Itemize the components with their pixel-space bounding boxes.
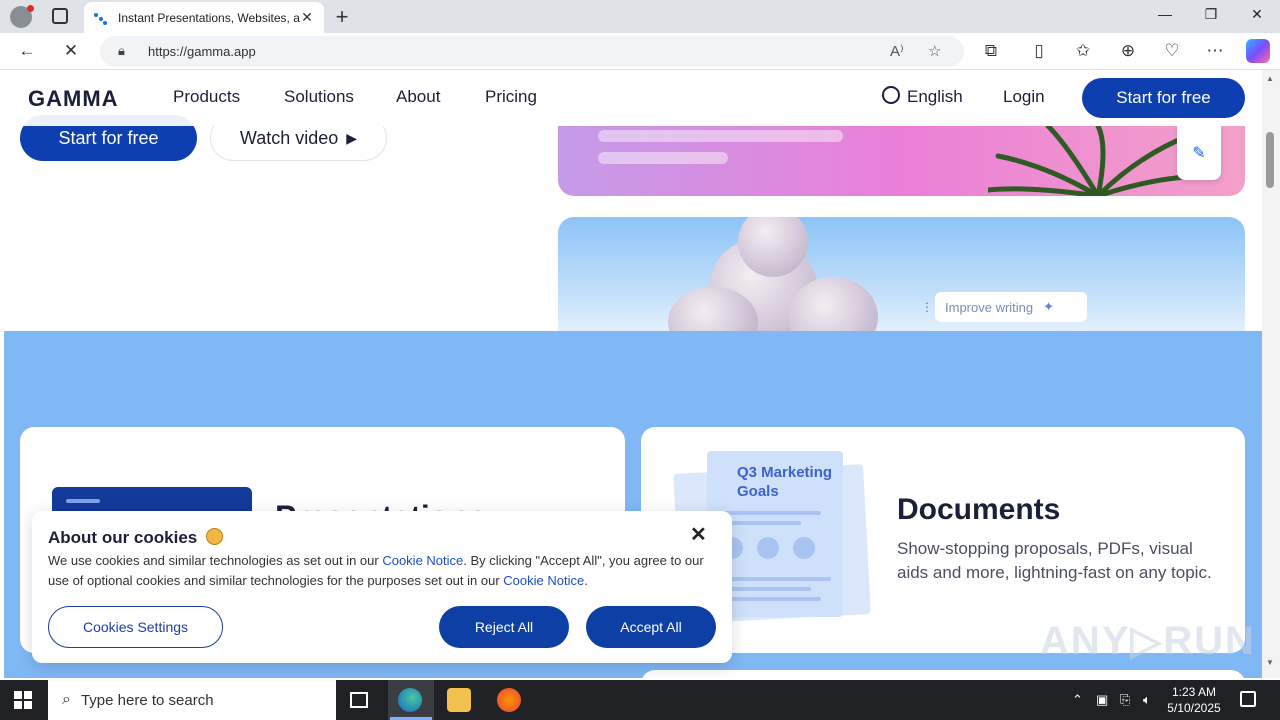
windows-start-icon[interactable] [14, 691, 32, 709]
taskbar-search-placeholder: Type here to search [80, 691, 214, 709]
tab-title: Instant Presentations, Websites, a [118, 10, 300, 25]
cookie-text: We use cookies and similar technologies … [48, 553, 383, 568]
minimize-button[interactable]: — [1150, 6, 1180, 22]
web-page: ✎ ⋮ Improve writing ✦ Start for free Wat… [0, 70, 1262, 678]
cookie-title: About our cookies [48, 528, 223, 548]
favorite-star-icon[interactable]: ☆ [928, 42, 941, 60]
taskbar-search[interactable]: ⌕ Type here to search [48, 680, 336, 720]
site-nav: GAMMA Products Solutions About Pricing E… [0, 70, 1262, 126]
nav-products[interactable]: Products [173, 87, 240, 107]
watch-video-label: Watch video [239, 127, 339, 148]
volume-icon[interactable]: 🔈︎ [1143, 692, 1151, 708]
maximize-button[interactable]: ❐ [1196, 6, 1226, 23]
tab-close-icon[interactable]: ✕ [300, 9, 314, 26]
scroll-thumb[interactable] [1266, 132, 1274, 188]
language-selector[interactable]: English [907, 87, 963, 107]
nav-start-button[interactable]: Start for free [1082, 78, 1245, 118]
browser-toolbar: ← ✕ 🔒︎ https://gamma.app A⁾ ☆ ⧉ ▯ ✩ ⊕ ♡ … [0, 33, 1280, 70]
scroll-up-icon[interactable]: ▲ [1266, 74, 1274, 83]
split-screen-icon[interactable]: ▯ [1028, 40, 1050, 62]
stop-loading-icon[interactable]: ✕ [60, 40, 82, 62]
cookie-icon [205, 528, 223, 545]
drag-handle-icon[interactable]: ⋮ [921, 300, 933, 314]
new-tab-button[interactable]: + [332, 4, 352, 30]
nav-solutions[interactable]: Solutions [284, 87, 354, 107]
url-text: https://gamma.app [148, 44, 256, 59]
browser-tab[interactable]: Instant Presentations, Websites, a ✕ [84, 2, 324, 33]
next-card [641, 670, 1245, 678]
sparkle-icon: ✦ [1043, 299, 1055, 314]
tray-chevron-icon[interactable]: ⌃ [1072, 692, 1083, 708]
task-view-icon[interactable] [350, 692, 368, 708]
documents-heading: Documents [897, 493, 1061, 526]
placeholder-line [598, 130, 843, 142]
nav-pricing[interactable]: Pricing [485, 87, 537, 107]
globe-icon[interactable] [882, 86, 900, 104]
search-icon: ⌕ [62, 691, 71, 708]
edge-browser-icon[interactable] [398, 688, 422, 712]
hero-sky-card: ⋮ Improve writing ✦ [558, 217, 1245, 337]
gamma-logo[interactable]: GAMMA [28, 86, 119, 112]
cookie-description: We use cookies and similar technologies … [48, 551, 720, 591]
page-scrollbar[interactable]: ▲ ▼ [1262, 70, 1280, 678]
accept-all-button[interactable]: Accept All [586, 606, 716, 648]
firefox-icon[interactable] [497, 688, 521, 712]
plant-illustration [988, 126, 1208, 196]
windows-taskbar: ⌕ Type here to search ⌃ ▣ ⎘ 🔈︎ 1:23 AM 5… [0, 680, 1280, 720]
favorites-icon[interactable]: ✩ [1072, 40, 1094, 62]
clock-time: 1:23 AM [1171, 685, 1217, 699]
document-thumb-title: Q3 Marketing Goals [737, 464, 833, 500]
hero-pink-card [558, 126, 1245, 196]
cookie-banner: About our cookies ✕ We use cookies and s… [32, 511, 732, 663]
file-explorer-icon[interactable] [447, 688, 471, 712]
lock-icon: 🔒︎ [118, 43, 125, 58]
tray-device-icon[interactable]: ▣ [1096, 692, 1108, 708]
copilot-icon[interactable] [1246, 39, 1270, 63]
collections-icon[interactable]: ⊕ [1117, 40, 1139, 62]
clock-date: 5/10/2025 [1167, 701, 1221, 715]
browser-essentials-icon[interactable]: ♡ [1161, 40, 1183, 62]
cookie-title-text: About our cookies [48, 528, 198, 547]
address-bar[interactable]: 🔒︎ https://gamma.app A⁾ ☆ [100, 36, 964, 67]
notification-center-icon[interactable] [1240, 691, 1256, 707]
login-link[interactable]: Login [1003, 87, 1045, 107]
anyrun-watermark: ANY▷RUN [1040, 619, 1256, 663]
improve-writing-chip[interactable]: Improve writing ✦ [935, 292, 1087, 322]
edit-icon[interactable]: ✎ [1177, 126, 1221, 180]
browser-tab-bar: Instant Presentations, Websites, a ✕ + —… [0, 0, 1280, 33]
cookie-notice-link[interactable]: Cookie Notice [382, 553, 463, 568]
cookie-notice-link[interactable]: Cookie Notice [503, 573, 584, 588]
notification-dot-icon [27, 5, 34, 12]
tab-actions-icon[interactable] [52, 8, 68, 24]
read-aloud-icon[interactable]: A⁾ [890, 42, 904, 60]
improve-writing-label: Improve writing [945, 299, 1034, 315]
cookie-close-icon[interactable]: ✕ [690, 522, 707, 547]
reject-all-button[interactable]: Reject All [439, 606, 569, 648]
cookies-settings-button[interactable]: Cookies Settings [48, 606, 223, 648]
network-icon[interactable]: ⎘ [1120, 692, 1130, 708]
back-arrow-icon[interactable]: ← [16, 40, 38, 62]
play-icon: ▶ [346, 129, 358, 146]
documents-description: Show-stopping proposals, PDFs, visual ai… [897, 539, 1212, 582]
scroll-down-icon[interactable]: ▼ [1266, 658, 1274, 667]
system-clock[interactable]: 1:23 AM 5/10/2025 [1164, 684, 1224, 716]
cookie-text: . [584, 573, 588, 588]
nav-about[interactable]: About [396, 87, 440, 107]
close-window-button[interactable]: ✕ [1242, 6, 1272, 23]
extensions-icon[interactable]: ⧉ [980, 40, 1002, 62]
placeholder-line [598, 152, 728, 164]
more-menu-icon[interactable]: ⋯ [1204, 40, 1226, 62]
gamma-favicon-icon [94, 11, 108, 25]
